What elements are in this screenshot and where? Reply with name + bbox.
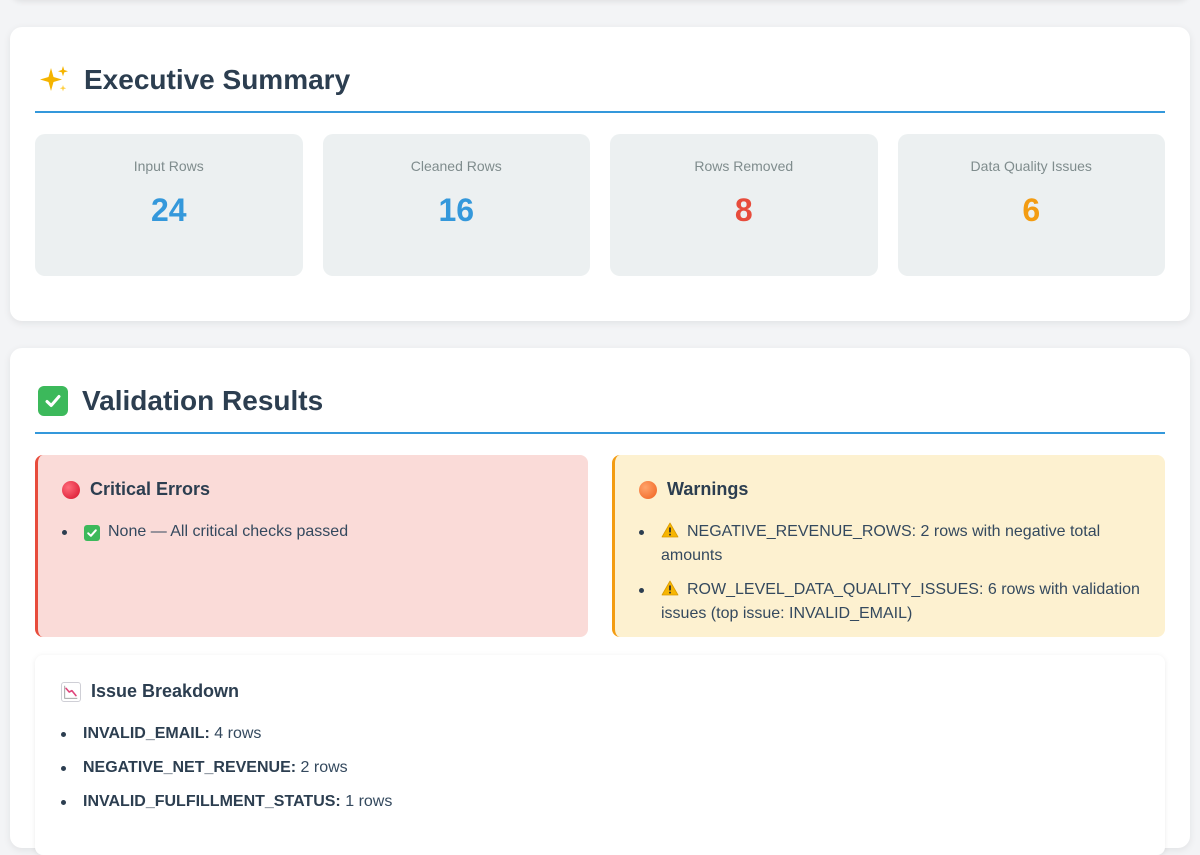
- orange-circle-icon: [639, 480, 657, 499]
- critical-errors-title: Critical Errors: [90, 479, 211, 499]
- list-item: INVALID_FULFILLMENT_STATUS: 1 rows: [61, 790, 1139, 814]
- issue-breakdown-heading: Issue Breakdown: [61, 681, 1139, 702]
- stat-label: Cleaned Rows: [410, 158, 502, 174]
- validation-results-title: Validation Results: [82, 385, 324, 416]
- issue-count: 4 rows: [214, 725, 262, 742]
- warnings-title: Warnings: [667, 479, 749, 499]
- stats-grid: Input Rows 24 Cleaned Rows 16 Rows Remov…: [35, 134, 1165, 276]
- stat-input-rows: Input Rows 24: [35, 134, 303, 276]
- stat-value: 24: [150, 192, 187, 228]
- list-item: None — All critical checks passed: [62, 520, 564, 544]
- stat-label: Input Rows: [133, 158, 204, 174]
- chart-decreasing-icon: [61, 681, 81, 702]
- list-item: NEGATIVE_REVENUE_ROWS: 2 rows with negat…: [639, 520, 1141, 568]
- stat-data-quality-issues: Data Quality Issues 6: [897, 134, 1165, 276]
- issue-key: INVALID_FULFILLMENT_STATUS:: [83, 793, 341, 810]
- validation-panels: Critical Errors None — All critical chec…: [35, 455, 1165, 637]
- title-divider: [35, 111, 1165, 113]
- validation-results-heading: Validation Results: [38, 381, 323, 421]
- list-item-text: None — All critical checks passed: [108, 523, 349, 540]
- critical-errors-heading: Critical Errors: [62, 479, 564, 500]
- stat-label: Data Quality Issues: [970, 158, 1092, 174]
- issue-key: NEGATIVE_NET_REVENUE:: [83, 759, 297, 776]
- executive-summary-card: Executive Summary Input Rows 24 Cleaned …: [10, 27, 1190, 321]
- red-circle-icon: [62, 480, 80, 499]
- issue-count: 1 rows: [345, 793, 393, 810]
- check-mark-button-icon: [38, 386, 68, 416]
- executive-summary-heading: Executive Summary: [38, 60, 350, 100]
- warning-icon: [661, 580, 679, 596]
- stat-label: Rows Removed: [694, 158, 794, 174]
- stat-cleaned-rows: Cleaned Rows 16: [322, 134, 590, 276]
- issue-breakdown-list: INVALID_EMAIL: 4 rows NEGATIVE_NET_REVEN…: [61, 722, 1139, 814]
- warnings-heading: Warnings: [639, 479, 1141, 500]
- list-item: INVALID_EMAIL: 4 rows: [61, 722, 1139, 746]
- warning-icon: [661, 522, 679, 538]
- critical-errors-list: None — All critical checks passed: [62, 520, 564, 544]
- issue-breakdown-title: Issue Breakdown: [91, 681, 240, 701]
- sparkles-icon: [40, 66, 68, 92]
- stat-rows-removed: Rows Removed 8: [610, 134, 878, 276]
- list-item-text: NEGATIVE_REVENUE_ROWS: 2 rows with negat…: [661, 523, 1101, 564]
- warnings-list: NEGATIVE_REVENUE_ROWS: 2 rows with negat…: [639, 520, 1141, 626]
- validation-results-card: Validation Results Critical Errors None …: [10, 348, 1190, 855]
- warnings-panel: Warnings NEGATIVE_REVENUE_ROWS: 2 rows w…: [612, 455, 1165, 637]
- issue-breakdown-panel: Issue Breakdown INVALID_EMAIL: 4 rows NE…: [35, 655, 1165, 855]
- executive-summary-title: Executive Summary: [84, 64, 351, 95]
- stat-value: 6: [1022, 192, 1041, 228]
- check-mark-button-icon: [84, 525, 100, 541]
- critical-errors-panel: Critical Errors None — All critical chec…: [35, 455, 588, 637]
- list-item-text: ROW_LEVEL_DATA_QUALITY_ISSUES: 6 rows wi…: [661, 581, 1140, 622]
- list-item: ROW_LEVEL_DATA_QUALITY_ISSUES: 6 rows wi…: [639, 578, 1141, 626]
- stat-value: 16: [438, 192, 475, 228]
- list-item: NEGATIVE_NET_REVENUE: 2 rows: [61, 756, 1139, 780]
- stat-value: 8: [734, 192, 753, 228]
- issue-key: INVALID_EMAIL:: [83, 725, 210, 742]
- issue-count: 2 rows: [300, 759, 348, 776]
- title-divider: [35, 432, 1165, 434]
